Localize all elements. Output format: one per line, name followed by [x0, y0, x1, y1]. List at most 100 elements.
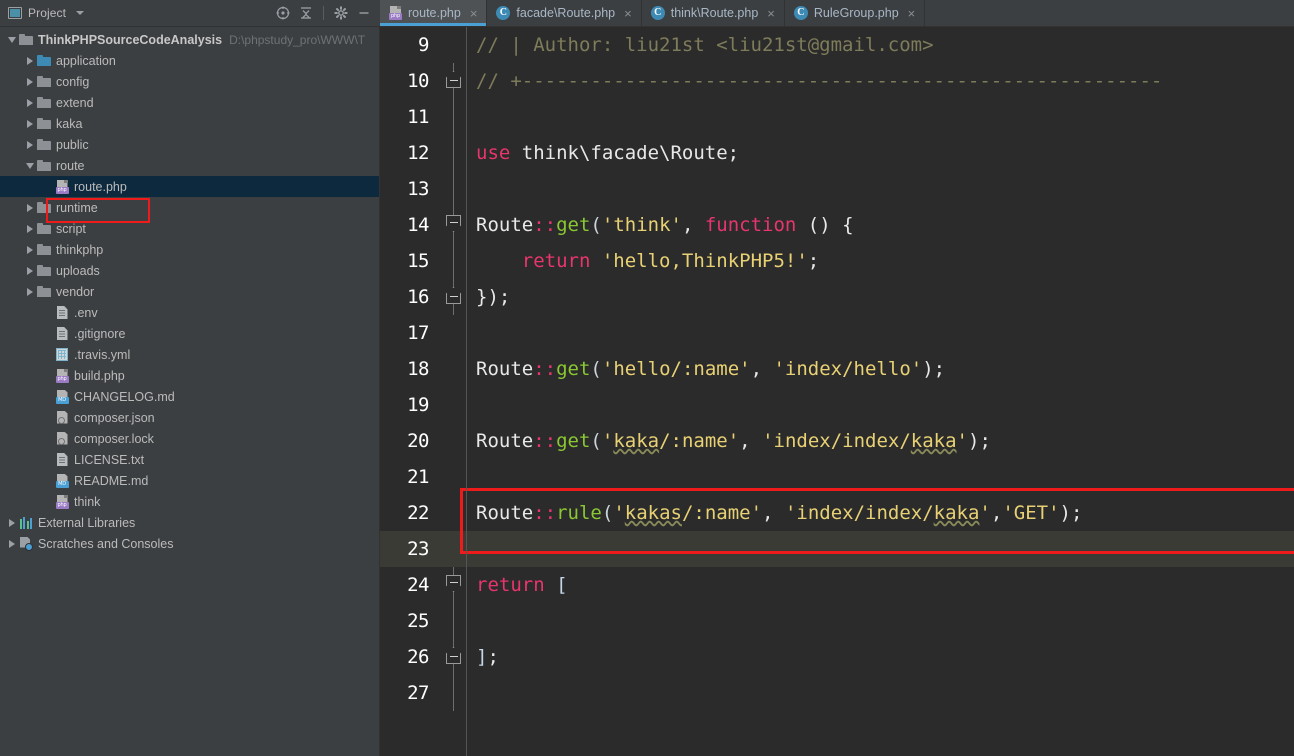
editor-line[interactable]: 10 // +----------------------------------…	[380, 63, 1294, 99]
chevron-right-icon[interactable]	[6, 512, 18, 533]
fold-gutter[interactable]	[440, 171, 466, 207]
chevron-right-icon[interactable]	[24, 218, 36, 239]
editor-line[interactable]: 22 Route::rule('kakas/:name', 'index/inde…	[380, 495, 1294, 531]
collapse-all-icon[interactable]	[296, 3, 316, 23]
chevron-down-icon[interactable]	[6, 29, 18, 50]
tree-node[interactable]: vendor	[0, 281, 379, 302]
tree-node-label: script	[56, 221, 86, 236]
tree-node[interactable]: LICENSE.txt	[0, 449, 379, 470]
fold-gutter[interactable]	[440, 423, 466, 459]
fold-toggle-icon[interactable]	[446, 287, 461, 304]
editor-line[interactable]: 26];	[380, 639, 1294, 675]
fold-gutter[interactable]	[440, 135, 466, 171]
locate-icon[interactable]	[273, 3, 293, 23]
line-number: 26	[407, 646, 429, 668]
tree-node[interactable]: runtime	[0, 197, 379, 218]
tree-node[interactable]: .travis.yml	[0, 344, 379, 365]
fold-gutter[interactable]	[440, 27, 466, 63]
chevron-right-icon[interactable]	[24, 50, 36, 71]
editor-line[interactable]: 18 Route::get('hello/:name', 'index/hello…	[380, 351, 1294, 387]
editor-line[interactable]: 11	[380, 99, 1294, 135]
fold-toggle-icon[interactable]	[446, 71, 461, 88]
chevron-right-icon[interactable]	[24, 260, 36, 281]
chevron-right-icon[interactable]	[24, 71, 36, 92]
fold-gutter[interactable]	[440, 351, 466, 387]
editor-tab-think-route-php[interactable]: Cthink\Route.php ×	[642, 0, 785, 26]
tree-node[interactable]: route	[0, 155, 379, 176]
fold-gutter[interactable]	[440, 207, 466, 243]
fold-gutter[interactable]	[440, 315, 466, 351]
tree-node[interactable]: php think	[0, 491, 379, 512]
tree-node-selected[interactable]: php route.php	[0, 176, 379, 197]
chevron-right-icon[interactable]	[24, 92, 36, 113]
chevron-down-icon[interactable]	[24, 155, 36, 176]
tree-node[interactable]: script	[0, 218, 379, 239]
fold-gutter[interactable]	[440, 387, 466, 423]
chevron-right-icon[interactable]	[6, 533, 18, 554]
fold-gutter[interactable]	[440, 675, 466, 711]
editor-line[interactable]: 23	[380, 531, 1294, 567]
tree-node[interactable]: public	[0, 134, 379, 155]
editor-line[interactable]: 19	[380, 387, 1294, 423]
fold-gutter[interactable]	[440, 603, 466, 639]
tree-node[interactable]: thinkphp	[0, 239, 379, 260]
fold-gutter[interactable]	[440, 63, 466, 99]
tree-node[interactable]: uploads	[0, 260, 379, 281]
chevron-down-icon[interactable]	[76, 11, 85, 15]
editor-line[interactable]: 24 return [	[380, 567, 1294, 603]
tree-node[interactable]: External Libraries	[0, 512, 379, 533]
tree-node[interactable]: Scratches and Consoles	[0, 533, 379, 554]
editor-line[interactable]: 14 Route::get('think', function () {	[380, 207, 1294, 243]
minimize-icon[interactable]	[354, 3, 374, 23]
close-icon[interactable]: ×	[624, 7, 632, 20]
tree-node[interactable]: php build.php	[0, 365, 379, 386]
chevron-right-icon[interactable]	[24, 281, 36, 302]
fold-gutter[interactable]	[440, 531, 466, 567]
tree-node[interactable]: config	[0, 71, 379, 92]
editor-line[interactable]: 21	[380, 459, 1294, 495]
close-icon[interactable]: ×	[470, 7, 478, 20]
tree-node[interactable]: .gitignore	[0, 323, 379, 344]
tree-node[interactable]: kaka	[0, 113, 379, 134]
project-panel-title-group[interactable]: Project	[8, 6, 85, 20]
tree-node[interactable]: MD README.md	[0, 470, 379, 491]
settings-gear-icon[interactable]	[331, 3, 351, 23]
tree-node[interactable]: MD CHANGELOG.md	[0, 386, 379, 407]
chevron-right-icon[interactable]	[24, 197, 36, 218]
chevron-right-icon[interactable]	[24, 134, 36, 155]
editor-line[interactable]: 20 Route::get('kaka/:name', 'index/index/…	[380, 423, 1294, 459]
editor-line[interactable]: 15 return 'hello,ThinkPHP5!';	[380, 243, 1294, 279]
chevron-right-icon[interactable]	[24, 239, 36, 260]
editor-tab-route-php[interactable]: php route.php ×	[380, 0, 488, 26]
fold-gutter[interactable]	[440, 243, 466, 279]
code-editor[interactable]: 9 // | Author: liu21st <liu21st@gmail.com…	[380, 27, 1294, 756]
editor-line[interactable]: 16});	[380, 279, 1294, 315]
chevron-right-icon[interactable]	[24, 113, 36, 134]
tree-node[interactable]: ThinkPHPSourceCodeAnalysis D:\phpstudy_pr…	[0, 29, 379, 50]
tree-node[interactable]: composer.lock	[0, 428, 379, 449]
project-tree[interactable]: ThinkPHPSourceCodeAnalysis D:\phpstudy_pr…	[0, 27, 380, 756]
fold-toggle-icon[interactable]	[446, 215, 461, 232]
editor-line[interactable]: 25	[380, 603, 1294, 639]
tree-node[interactable]: .env	[0, 302, 379, 323]
fold-gutter[interactable]	[440, 459, 466, 495]
fold-gutter[interactable]	[440, 99, 466, 135]
editor-tab-facade-route-php[interactable]: Cfacade\Route.php ×	[487, 0, 642, 26]
fold-toggle-icon[interactable]	[446, 647, 461, 664]
fold-gutter[interactable]	[440, 567, 466, 603]
fold-toggle-icon[interactable]	[446, 575, 461, 592]
tree-node[interactable]: composer.json	[0, 407, 379, 428]
editor-tab-rulegroup-php[interactable]: C RuleGroup.php ×	[785, 0, 926, 26]
editor-line[interactable]: 27	[380, 675, 1294, 711]
editor-line[interactable]: 17	[380, 315, 1294, 351]
tree-node[interactable]: extend	[0, 92, 379, 113]
fold-gutter[interactable]	[440, 495, 466, 531]
editor-line[interactable]: 12 use think\facade\Route;	[380, 135, 1294, 171]
close-icon[interactable]: ×	[908, 7, 916, 20]
fold-gutter[interactable]	[440, 639, 466, 675]
close-icon[interactable]: ×	[767, 7, 775, 20]
editor-line[interactable]: 13	[380, 171, 1294, 207]
editor-line[interactable]: 9 // | Author: liu21st <liu21st@gmail.com…	[380, 27, 1294, 63]
fold-gutter[interactable]	[440, 279, 466, 315]
tree-node[interactable]: application	[0, 50, 379, 71]
